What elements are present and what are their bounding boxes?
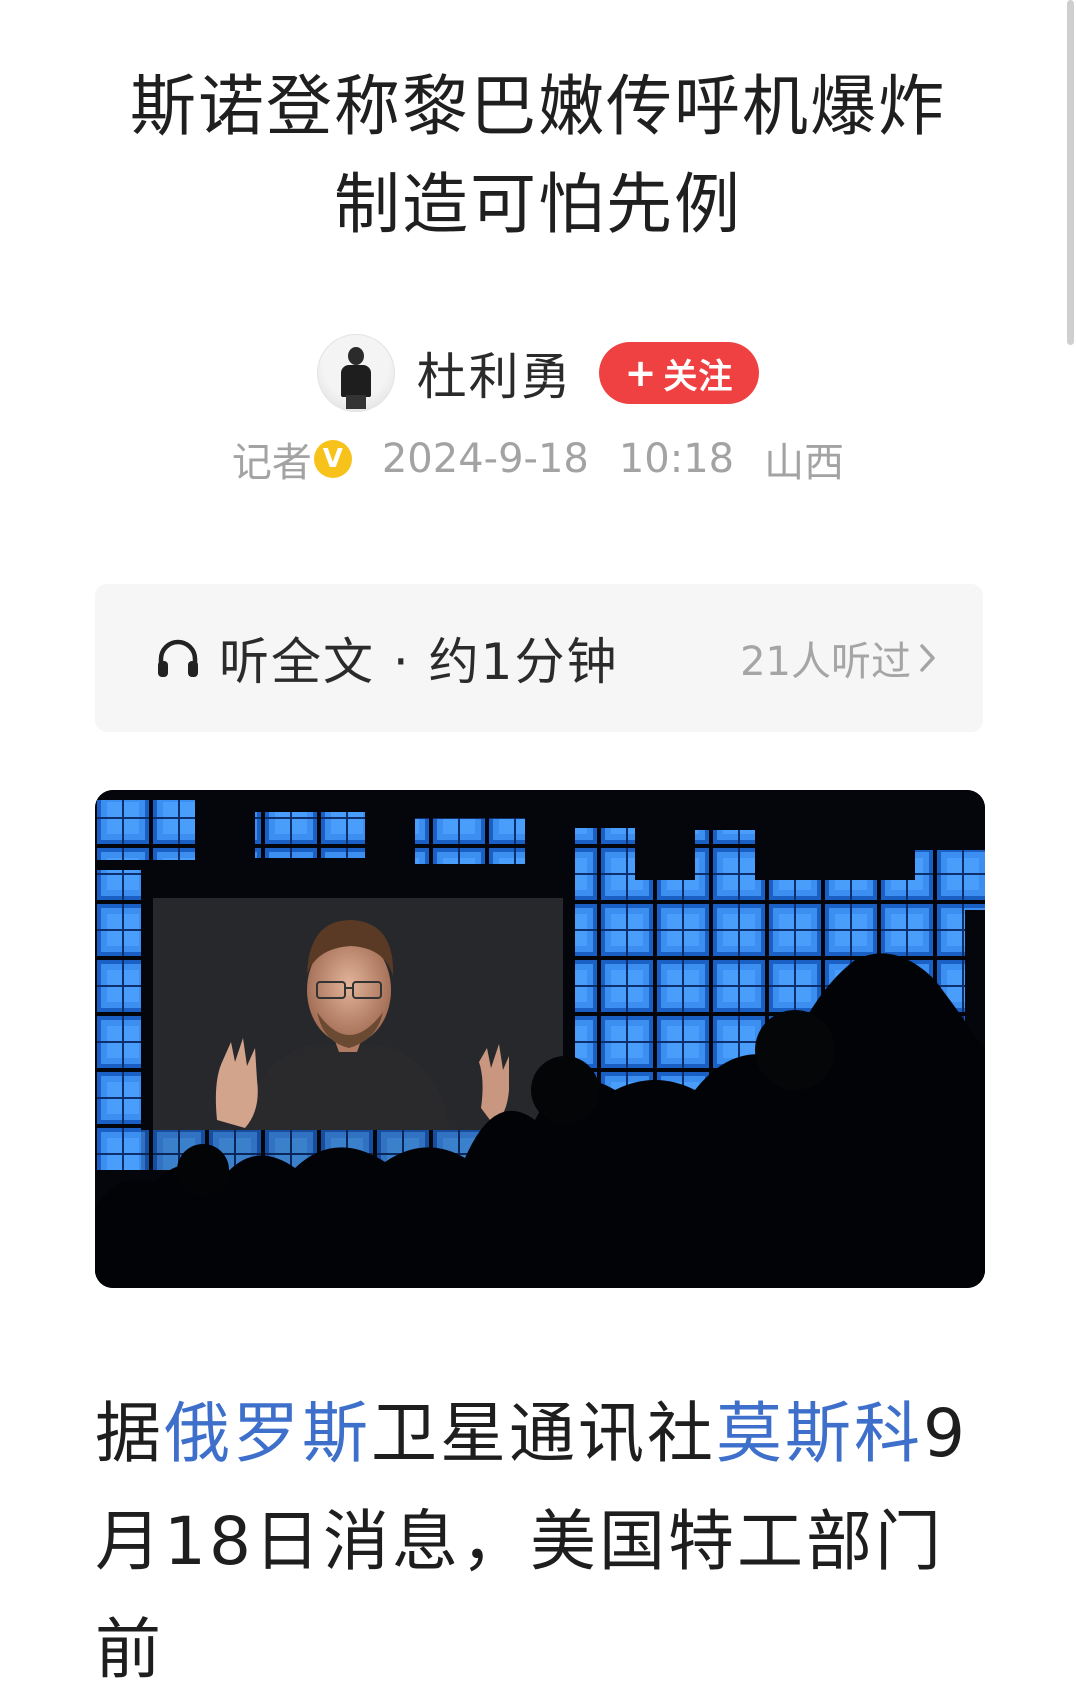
article-photo[interactable] <box>95 790 985 1288</box>
title-line-1: 斯诺登称黎巴嫩传呼机爆炸 <box>130 68 946 145</box>
listen-count: 21人听过 <box>740 639 911 685</box>
publish-date: 2024-9-18 <box>381 436 589 482</box>
headphone-icon <box>158 639 198 677</box>
article-body-paragraph: 据俄罗斯卫星通讯社莫斯科9月18日消息，美国特工部门前 <box>95 1395 968 1688</box>
author-row: 杜利勇 + 关注 <box>0 334 1076 412</box>
conference-stage-image <box>95 790 985 1288</box>
title-line-2: 制造可怕先例 <box>334 166 742 243</box>
publish-location: 山西 <box>764 440 845 486</box>
listen-full-text-card[interactable]: 听全文 · 约1分钟 21人听过 <box>95 584 983 732</box>
author-role: 记者 <box>231 440 312 486</box>
article-meta: 记者 V 2024-9-18 10:18 山西 <box>0 430 1076 488</box>
link-russia[interactable]: 俄罗斯 <box>164 1395 371 1472</box>
publish-time: 10:18 <box>618 436 735 482</box>
link-moscow[interactable]: 莫斯科 <box>716 1395 923 1472</box>
follow-button[interactable]: + 关注 <box>598 342 760 404</box>
listen-label: 听全文 · 约1分钟 <box>219 633 619 691</box>
author-avatar[interactable] <box>316 334 395 412</box>
author-name[interactable]: 杜利勇 <box>417 337 573 409</box>
chevron-right-icon <box>920 644 935 672</box>
page-scrollbar[interactable] <box>1067 0 1074 345</box>
plus-icon: + <box>624 351 658 395</box>
verified-badge-icon: V <box>313 440 352 478</box>
article-title: 斯诺登称黎巴嫩传呼机爆炸 制造可怕先例 <box>60 58 1016 254</box>
follow-label: 关注 <box>663 356 734 397</box>
